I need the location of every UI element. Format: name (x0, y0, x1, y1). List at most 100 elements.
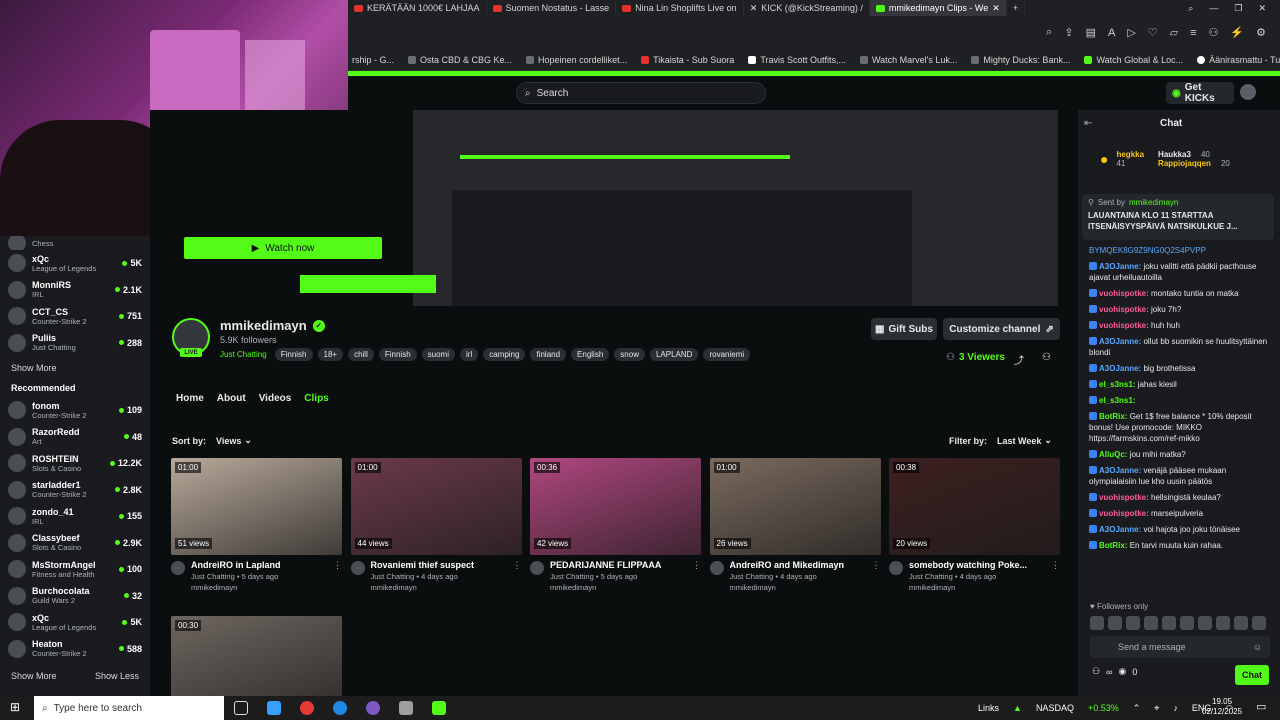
show-less-button[interactable]: Show Less (95, 671, 139, 681)
collections-icon[interactable]: ▱ (1170, 26, 1178, 39)
sidebar-channel[interactable]: Puliis Just Chatting 288 (8, 330, 142, 357)
clip-category[interactable]: Just Chatting (730, 572, 774, 581)
clip-author[interactable]: mmikedimayn (550, 583, 661, 592)
clip-thumbnail[interactable]: 01:00 26 views (709, 458, 881, 555)
bookmark-item[interactable]: Hopeinen cordelliket... (526, 55, 627, 65)
chat-input[interactable]: Send a message ☺ (1090, 636, 1270, 658)
clip-category[interactable]: Just Chatting (191, 572, 235, 581)
translate-icon[interactable]: A (1108, 27, 1115, 39)
search-input[interactable]: ⌕ Search (516, 82, 766, 104)
bookmark-item[interactable]: Watch Global & Loc... (1084, 55, 1183, 65)
clip-thumbnail[interactable]: 01:00 44 views (350, 458, 522, 555)
emote-button[interactable] (1144, 616, 1158, 630)
tag-pill[interactable]: LAPLAND (649, 348, 699, 361)
opera-icon[interactable] (300, 701, 314, 715)
emote-button[interactable] (1216, 616, 1230, 630)
menu-icon[interactable]: ≡ (1190, 27, 1196, 39)
clip-category[interactable]: Just Chatting (909, 572, 953, 581)
emote-button[interactable] (1252, 616, 1266, 630)
bookmark-item[interactable]: rship - G... (352, 55, 394, 65)
zoom-icon[interactable]: ⌕ (1046, 26, 1052, 39)
collapse-chat-icon[interactable]: ⇤ (1084, 118, 1092, 129)
taskbar-search[interactable]: ⌕ Type here to search (34, 696, 224, 720)
browser-tab[interactable]: Nina Lin Shoplifts Live on (616, 0, 744, 16)
settings-icon[interactable]: ⚙ (1256, 26, 1266, 39)
tag-pill[interactable]: rovaniemi (703, 348, 751, 361)
follow-icon[interactable]: ⚇ (1042, 352, 1051, 363)
network-icon[interactable]: ⌖ (1154, 703, 1159, 714)
sidebar-channel[interactable]: fonom Counter-Strike 2 109 (8, 397, 142, 424)
browser-tab[interactable]: ✕ KICK (@KickStreaming) / (744, 0, 870, 16)
copilot-icon[interactable] (267, 701, 281, 715)
pinned-message[interactable]: ⚲ Sent by mmikedimayn LAUANTAINA KLO 11 … (1082, 194, 1274, 240)
chat-username[interactable]: vuohispotke: (1099, 305, 1149, 314)
category-link[interactable]: Just Chatting (220, 350, 267, 359)
sidebar-channel[interactable]: RazorRedd Art 48 (8, 424, 142, 451)
sidebar-channel[interactable]: Burchocolata Guild Wars 2 32 (8, 583, 142, 610)
extension-icon[interactable]: ⚡ (1230, 26, 1244, 39)
task-view-icon[interactable] (234, 701, 248, 715)
sidebar-channel[interactable]: ROSHTEIN Slots & Casino 12.2K (8, 450, 142, 477)
sidebar-channel[interactable]: xQc League of Legends 5K (8, 609, 142, 636)
close-tab-icon[interactable]: ✕ (992, 3, 1000, 14)
tab-home[interactable]: Home (176, 393, 204, 404)
sidebar-channel[interactable]: MonniRS IRL 2.1K (8, 277, 142, 304)
clip-card[interactable]: 00:38 20 views somebody watching Poke... Ju… (889, 458, 1060, 592)
chat-username[interactable]: A3OJanne: (1099, 262, 1141, 271)
more-options-icon[interactable]: ⋮ (333, 560, 342, 571)
more-options-icon[interactable]: ⋮ (513, 560, 522, 571)
more-options-icon[interactable]: ⋮ (692, 560, 701, 571)
volume-icon[interactable]: ♪ (1173, 703, 1178, 713)
tag-pill[interactable]: Finnish (378, 348, 417, 361)
emote-button[interactable] (1234, 616, 1248, 630)
customize-channel-button[interactable]: Customize channel ⇗ (943, 318, 1060, 340)
gift-subs-button[interactable]: ▦ Gift Subs (871, 318, 937, 340)
chat-username[interactable]: AlluQc: (1099, 450, 1127, 459)
chat-username[interactable]: BotRix: (1099, 412, 1127, 421)
search-tabs-icon[interactable]: ⌕ (1188, 3, 1193, 14)
sidebar-channel[interactable]: Classybeef Slots & Casino 2.9K (8, 530, 142, 557)
user-avatar[interactable] (1240, 84, 1256, 100)
clip-thumbnail[interactable]: 01:00 51 views (171, 458, 342, 555)
clip-title[interactable]: AndreiRO and Mikedimayn (730, 560, 845, 570)
emote-button[interactable] (1108, 616, 1122, 630)
chat-send-button[interactable]: Chat (1235, 665, 1269, 685)
bookmark-item[interactable]: Travis Scott Outfits,... (748, 55, 846, 65)
close-window-icon[interactable]: ✕ (1258, 3, 1266, 14)
video-player[interactable] (150, 110, 1060, 306)
reader-icon[interactable]: ▤ (1086, 26, 1096, 39)
sort-dropdown[interactable]: Views ⌄ (212, 433, 256, 448)
chat-username[interactable]: el_s3ns1: (1099, 380, 1135, 389)
more-options-icon[interactable]: ⋮ (1051, 560, 1060, 571)
emote-button[interactable] (1198, 616, 1212, 630)
share-icon[interactable]: ⤴ (1014, 352, 1024, 367)
clip-title[interactable]: AndreiRO in Lapland (191, 560, 281, 570)
chat-username[interactable]: A3OJanne: (1099, 337, 1141, 346)
play-icon[interactable]: ▷ (1127, 26, 1135, 39)
more-options-icon[interactable]: ⋮ (872, 560, 881, 571)
users-icon[interactable]: ⚇ (1092, 666, 1100, 677)
chat-username[interactable]: BotRix: (1099, 541, 1127, 550)
clip-title[interactable]: PEDARIJANNE FLIPPAAA (550, 560, 661, 570)
tag-pill[interactable]: finland (530, 348, 567, 361)
tab-about[interactable]: About (217, 393, 246, 404)
discord-icon[interactable] (366, 701, 380, 715)
chat-username[interactable]: vuohispotke: (1099, 493, 1149, 502)
kick-app-icon[interactable] (432, 701, 446, 715)
chat-username[interactable]: A3OJanne: (1099, 525, 1141, 534)
tag-pill[interactable]: English (571, 348, 610, 361)
tag-pill[interactable]: irl (460, 348, 479, 361)
sidebar-channel[interactable]: MsStormAngel Fitness and Health 100 (8, 556, 142, 583)
tag-pill[interactable]: 18+ (317, 348, 344, 361)
minimize-icon[interactable]: — (1209, 3, 1218, 13)
clip-card[interactable]: 01:00 26 views AndreiRO and Mikedimayn Just… (709, 458, 881, 592)
emote-button[interactable] (1090, 616, 1104, 630)
clip-category[interactable]: Just Chatting (550, 572, 594, 581)
sidebar-channel[interactable]: xQc League of Legends 5K (8, 250, 142, 277)
clip-category[interactable]: Just Chatting (371, 572, 415, 581)
clip-card[interactable]: 01:00 44 views Rovaniemi thief suspect Just… (350, 458, 522, 592)
maximize-icon[interactable]: ❐ (1234, 3, 1242, 14)
clip-card[interactable]: 00:36 42 views PEDARIJANNE FLIPPAAA Just Ch… (530, 458, 701, 592)
sidebar-channel[interactable]: CCT_CS Counter-Strike 2 751 (8, 303, 142, 330)
chat-username[interactable]: A3OJanne: (1099, 466, 1141, 475)
